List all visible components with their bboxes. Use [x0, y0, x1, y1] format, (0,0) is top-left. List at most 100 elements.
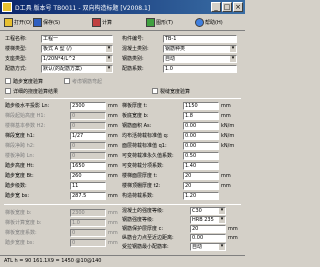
param-input[interactable]: 0: [70, 229, 106, 237]
param-label: 梯段宽度 h1:: [5, 133, 35, 139]
separator: [4, 98, 241, 99]
param-unit: mm: [108, 143, 118, 149]
param-label: 楼梯面层厚度 t:: [122, 173, 158, 179]
check-bend[interactable]: 考虑钢筋弯起: [64, 77, 102, 85]
param-input[interactable]: 1150: [183, 102, 219, 110]
support-label: 支座类型:: [5, 56, 27, 62]
calc-button[interactable]: 计算: [92, 16, 112, 29]
param-unit: kN/m: [221, 133, 235, 139]
param-input[interactable]: 0: [70, 122, 106, 130]
param-unit: mm: [108, 210, 118, 216]
check-deflection[interactable]: 详细的挠度验算结果: [5, 87, 58, 95]
param-label: 梯段净跨 h2:: [5, 143, 35, 149]
save-button[interactable]: 保存(S): [33, 16, 60, 29]
steel-label: 钢筋类别:: [122, 56, 144, 62]
project-name-input[interactable]: 工程一: [41, 35, 113, 43]
param-label: 踏步级数:: [5, 183, 27, 189]
param-unit: mm: [108, 220, 118, 226]
param-input[interactable]: 0.00: [183, 122, 219, 130]
param-input[interactable]: 20: [183, 172, 219, 180]
param-label: 钢筋面积 As:: [122, 123, 152, 129]
param-input[interactable]: 0.00: [183, 132, 219, 140]
param-input[interactable]: 20: [183, 182, 219, 190]
maximize-button[interactable]: □: [222, 2, 232, 12]
param-select[interactable]: HRB 235: [190, 216, 226, 224]
param-input[interactable]: 2300: [70, 102, 106, 110]
checkbox-icon: [64, 78, 70, 84]
param-input[interactable]: 11: [70, 182, 106, 190]
param-input[interactable]: 1.20: [183, 192, 219, 200]
param-label: 梯板宽度 b:: [5, 210, 32, 216]
param-select[interactable]: 自动: [190, 243, 226, 251]
param-label: 踏步宽度 bs:: [5, 240, 35, 246]
support-select[interactable]: 1/20N*4/L^2: [41, 55, 113, 63]
param-input[interactable]: 1650: [70, 162, 106, 170]
param-label: 梯板计算宽度 b:: [5, 220, 42, 226]
param-input[interactable]: 1.40: [183, 162, 219, 170]
calculator-icon: [92, 18, 101, 27]
param-input[interactable]: 0: [70, 112, 106, 120]
check-crack[interactable]: 裂缝宽度验算: [152, 87, 190, 95]
help-icon: [195, 18, 204, 27]
separator: [4, 204, 241, 205]
param-select[interactable]: C30: [190, 207, 226, 215]
param-input[interactable]: 20: [190, 225, 226, 233]
param-unit: mm: [108, 153, 118, 159]
param-input[interactable]: 287.5: [70, 192, 106, 200]
param-label: 可变荷载分项系数:: [122, 163, 164, 169]
param-unit: mm: [221, 103, 231, 109]
param-input[interactable]: 0: [70, 142, 106, 150]
param-label: 踏步宽度 Bt:: [5, 173, 34, 179]
concrete-label: 混凝土类别:: [122, 46, 149, 52]
param-input[interactable]: 0.50: [183, 152, 219, 160]
open-button[interactable]: 打开(O): [4, 16, 32, 29]
param-input[interactable]: 2300: [70, 209, 106, 217]
param-label: 混凝土的强度等级:: [122, 208, 164, 214]
param-input[interactable]: 0: [70, 239, 106, 247]
check-width[interactable]: 踏步宽度验算: [5, 77, 43, 85]
status-bar: ATL h = 90 161.1X9 = 1450 @10@140: [0, 255, 245, 267]
top-bar-select[interactable]: 默认(的配筋方案): [41, 65, 113, 73]
minimize-button[interactable]: _: [211, 2, 221, 12]
component-no-input[interactable]: TB-1: [163, 35, 237, 43]
concrete-select[interactable]: 钢筋种类: [163, 45, 237, 53]
param-input[interactable]: 260: [70, 172, 106, 180]
param-unit: mm: [108, 230, 118, 236]
param-label: 可变荷载准永久值系数:: [122, 153, 174, 159]
stair-type-label: 楼梯类型:: [5, 46, 27, 52]
status-text: ATL h = 90 161.1X9 = 1450 @10@140: [4, 258, 102, 264]
param-label: 板底宽度 b:: [122, 113, 149, 119]
param-label: 梯板宽度系数:: [5, 230, 37, 236]
graph-icon: [146, 18, 155, 27]
param-input[interactable]: 1.8: [183, 112, 219, 120]
param-unit: mm: [108, 133, 118, 139]
param-unit: mm: [108, 193, 118, 199]
project-name-label: 工程名称:: [5, 36, 27, 42]
coef-input[interactable]: 1.0: [163, 65, 237, 73]
title-bar: D工具 版本号 TB0011 - 双向构造标题 [V2008.1] _ □ ×: [0, 0, 245, 14]
param-unit: mm: [108, 103, 118, 109]
param-label: 纵筋合力点至近边距离:: [122, 235, 174, 241]
param-label: 钢筋保护层厚度 c:: [122, 226, 164, 232]
help-button[interactable]: 帮助(H): [195, 16, 223, 29]
checkbox-icon: [152, 88, 158, 94]
close-button[interactable]: ×: [233, 2, 243, 12]
param-unit: kN/m: [221, 143, 235, 149]
top-bar-label: 配筋方式:: [5, 66, 27, 72]
param-unit: mm: [108, 163, 118, 169]
param-label: 踏步高度 Ht:: [5, 163, 34, 169]
param-input[interactable]: 1.0: [70, 219, 106, 227]
param-input[interactable]: 0.00: [190, 234, 226, 242]
param-unit: mm: [108, 173, 118, 179]
steel-select[interactable]: 自动: [163, 55, 237, 63]
param-input[interactable]: 0.00: [183, 142, 219, 150]
graph-button[interactable]: 图形(T): [146, 16, 173, 29]
param-unit: mm: [228, 226, 238, 232]
checkbox-icon: [5, 78, 11, 84]
folder-icon: [4, 18, 13, 27]
param-input[interactable]: 1/27: [70, 132, 106, 140]
stair-type-select[interactable]: 板式 A 型 (/): [41, 45, 113, 53]
param-input[interactable]: 0: [70, 152, 106, 160]
param-unit: mm: [221, 173, 231, 179]
param-unit: mm: [108, 123, 118, 129]
